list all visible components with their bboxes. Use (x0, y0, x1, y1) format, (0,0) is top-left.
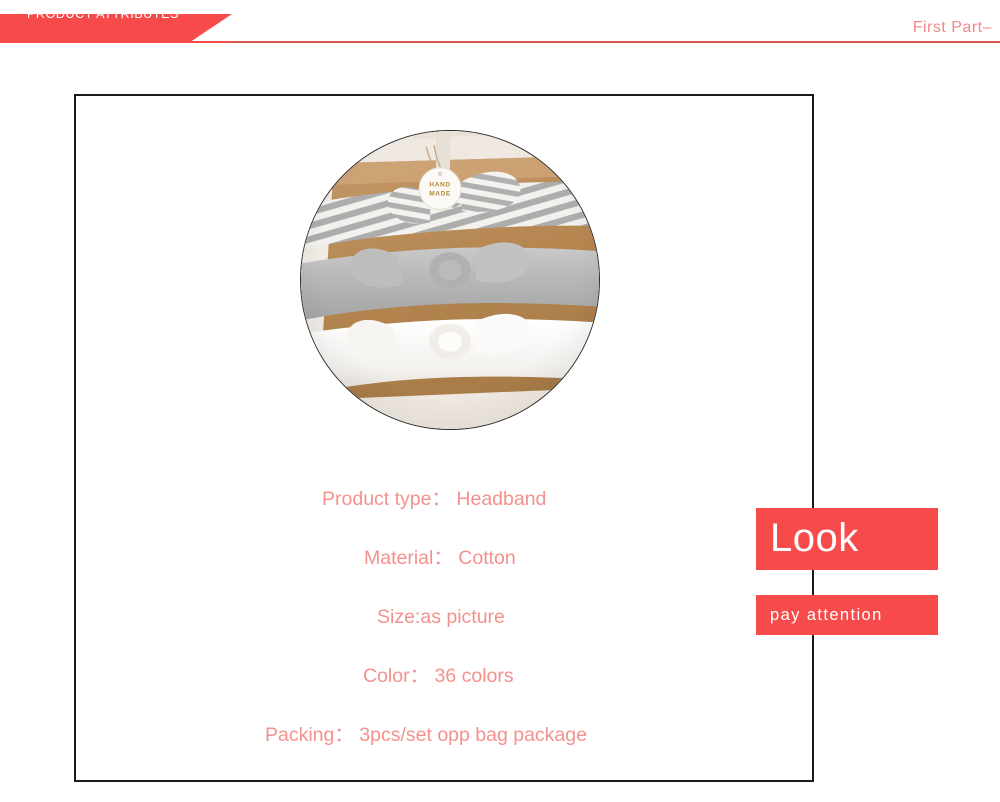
callout-pay-attention-badge: pay attention (756, 595, 938, 635)
product-photo-image: HAND MADE (301, 131, 599, 429)
attribute-list: Product type： Headband Material： Cotton … (74, 470, 814, 765)
header-divider-rule-accent (0, 41, 232, 43)
attribute-row: Color： 36 colors (363, 665, 514, 687)
callout-look-badge: Look (756, 508, 938, 570)
attribute-row: Packing： 3pcs/set opp bag package (265, 724, 587, 746)
product-photo: HAND MADE (300, 130, 600, 430)
attribute-row: Size:as picture (377, 606, 505, 628)
callout-look-label: Look (770, 516, 859, 560)
page-header: PRODUCT ATTRIBUTES First Part– (0, 0, 1000, 60)
attribute-row: Product type： Headband (322, 488, 547, 510)
header-banner-label: PRODUCT ATTRIBUTES (27, 7, 180, 21)
callout-pay-attention-label: pay attention (770, 606, 883, 624)
attribute-row: Material： Cotton (364, 547, 516, 569)
header-section-label: First Part– (912, 19, 992, 36)
